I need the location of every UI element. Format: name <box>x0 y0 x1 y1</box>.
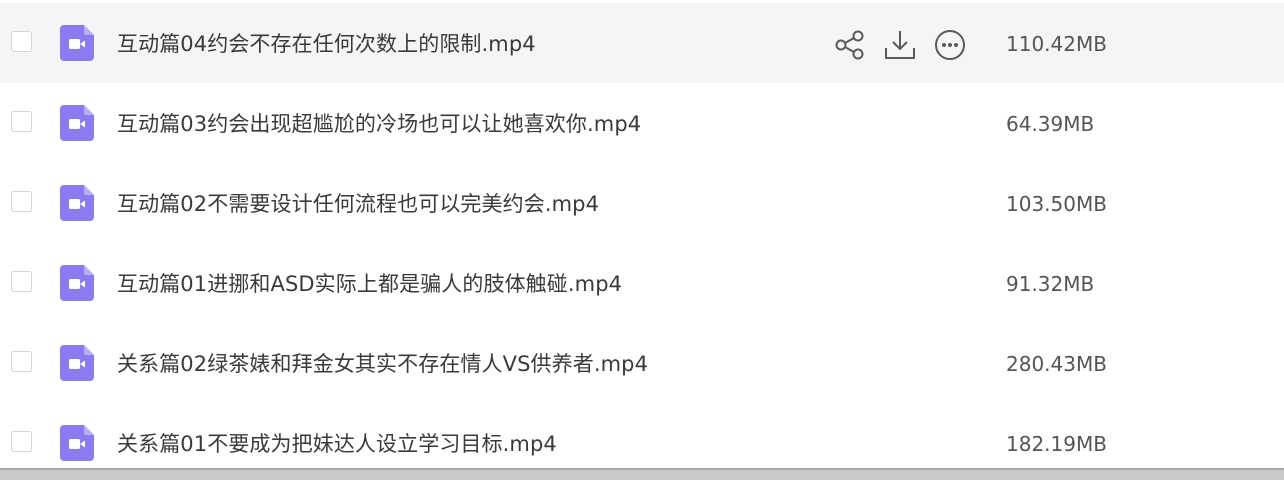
file-row[interactable]: 互动篇04约会不存在任何次数上的限制.mp4 110.42MB <box>0 3 1284 83</box>
row-checkbox[interactable] <box>11 111 32 132</box>
file-name[interactable]: 互动篇03约会出现超尴尬的冷场也可以让她喜欢你.mp4 <box>117 110 641 138</box>
video-file-icon <box>60 345 94 381</box>
row-checkbox[interactable] <box>11 351 32 372</box>
file-name[interactable]: 关系篇01不要成为把妹达人设立学习目标.mp4 <box>117 430 557 458</box>
share-icon[interactable] <box>833 28 867 62</box>
file-list: 互动篇04约会不存在任何次数上的限制.mp4 110.42MB 互动篇03约会出… <box>0 0 1284 480</box>
video-file-icon <box>60 105 94 141</box>
row-checkbox[interactable] <box>11 191 32 212</box>
file-size: 280.43MB <box>1006 352 1107 376</box>
file-row[interactable]: 互动篇01进挪和ASD实际上都是骗人的肢体触碰.mp4 91.32MB <box>0 243 1284 323</box>
row-checkbox[interactable] <box>11 431 32 452</box>
file-size: 110.42MB <box>1006 32 1107 56</box>
video-file-icon <box>60 265 94 301</box>
file-name[interactable]: 互动篇02不需要设计任何流程也可以完美约会.mp4 <box>117 190 599 218</box>
video-file-icon <box>60 425 94 461</box>
file-size: 103.50MB <box>1006 192 1107 216</box>
row-checkbox[interactable] <box>11 271 32 292</box>
file-name[interactable]: 互动篇01进挪和ASD实际上都是骗人的肢体触碰.mp4 <box>117 270 622 298</box>
video-file-icon <box>60 25 94 61</box>
file-row[interactable]: 互动篇03约会出现超尴尬的冷场也可以让她喜欢你.mp4 64.39MB <box>0 83 1284 163</box>
file-name[interactable]: 关系篇02绿茶婊和拜金女其实不存在情人VS供养者.mp4 <box>117 350 648 378</box>
file-name[interactable]: 互动篇04约会不存在任何次数上的限制.mp4 <box>117 30 536 58</box>
file-row[interactable]: 关系篇02绿茶婊和拜金女其实不存在情人VS供养者.mp4 280.43MB <box>0 323 1284 403</box>
file-size: 91.32MB <box>1006 272 1095 296</box>
more-icon[interactable] <box>933 28 967 62</box>
video-file-icon <box>60 185 94 221</box>
file-size: 182.19MB <box>1006 432 1107 456</box>
horizontal-scrollbar[interactable] <box>0 468 1284 480</box>
download-icon[interactable] <box>883 28 917 62</box>
file-row[interactable]: 互动篇02不需要设计任何流程也可以完美约会.mp4 103.50MB <box>0 163 1284 243</box>
file-size: 64.39MB <box>1006 112 1095 136</box>
row-checkbox[interactable] <box>11 31 32 52</box>
